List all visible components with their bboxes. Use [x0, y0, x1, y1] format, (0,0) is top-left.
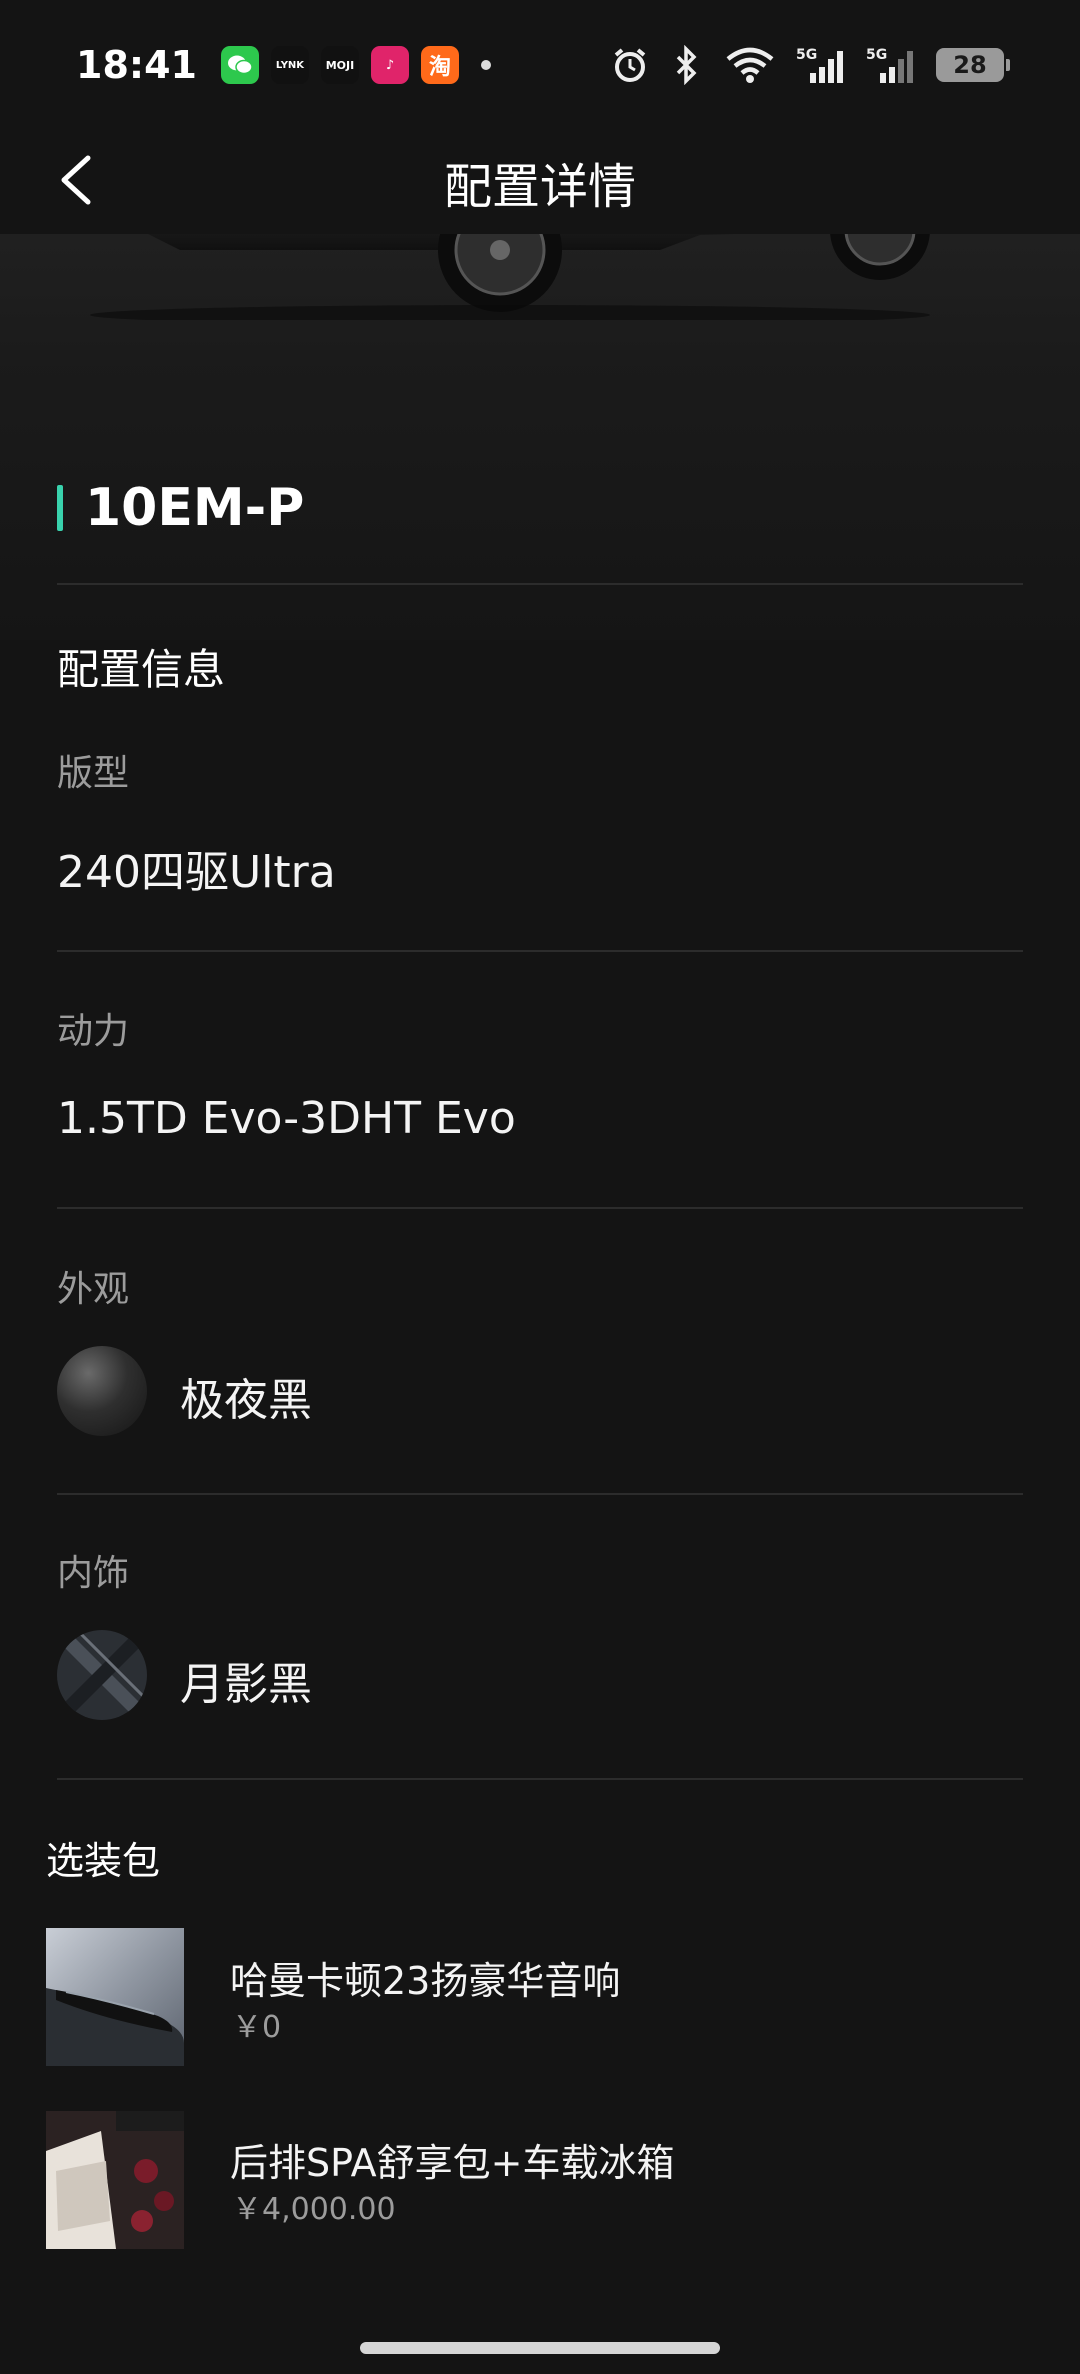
- divider: [57, 1778, 1023, 1780]
- wechat-icon: [220, 46, 259, 84]
- package-price: ￥4,000.00: [232, 2192, 396, 2227]
- battery-level: 28: [953, 51, 987, 79]
- bluetooth-icon: [676, 45, 697, 85]
- divider: [57, 1493, 1023, 1495]
- package-thumbnail: [46, 1928, 184, 2066]
- svg-text:5G: 5G: [796, 47, 817, 63]
- exterior-value: 极夜黑: [180, 1375, 312, 1426]
- taobao-icon: 淘: [420, 46, 459, 84]
- divider: [57, 583, 1023, 585]
- exterior-color-swatch: [57, 1346, 147, 1436]
- divider: [57, 950, 1023, 952]
- svg-text:5G: 5G: [866, 47, 887, 63]
- package-name: 哈曼卡顿23扬豪华音响: [230, 1959, 621, 2003]
- interior-color-swatch: [57, 1630, 147, 1720]
- power-label: 动力: [57, 1011, 130, 1052]
- packages-section-title: 选装包: [46, 1839, 161, 1883]
- package-thumbnail: [46, 2111, 184, 2249]
- config-section-title: 配置信息: [57, 645, 226, 694]
- divider: [57, 1207, 1023, 1209]
- page-title: 配置详情: [443, 159, 636, 215]
- status-time: 18:41: [76, 43, 197, 87]
- model-name: 10EM-P: [85, 478, 305, 538]
- exterior-label: 外观: [57, 1269, 130, 1310]
- status-bar: 18:41 LYNK MOJI ♪ 淘 5G 5G 28: [0, 0, 1080, 130]
- back-arrow-icon[interactable]: [50, 150, 110, 210]
- wifi-icon: [726, 47, 774, 83]
- model-heading: 10EM-P: [57, 478, 304, 538]
- signal-5g-icon-2: 5G: [866, 47, 913, 83]
- interior-value: 月影黑: [180, 1659, 312, 1710]
- signal-5g-icon: 5G: [796, 47, 843, 83]
- power-value: 1.5TD Evo-3DHT Evo: [57, 1093, 516, 1144]
- music-app-icon: ♪: [370, 46, 409, 84]
- package-price: ￥0: [232, 2010, 282, 2045]
- notification-dot-icon: [480, 60, 491, 70]
- trim-label: 版型: [57, 753, 130, 794]
- alarm-icon: [614, 48, 646, 82]
- lynk-icon: LYNK: [270, 46, 309, 84]
- interior-label: 内饰: [57, 1553, 130, 1594]
- top-nav-bar: 配置详情: [0, 130, 1080, 234]
- moji-icon: MOJI: [320, 46, 359, 84]
- accent-bar: [57, 485, 63, 531]
- home-indicator[interactable]: [360, 2342, 720, 2354]
- package-name: 后排SPA舒享包+车载冰箱: [230, 2141, 675, 2185]
- battery-icon: 28: [936, 48, 1010, 82]
- trim-value: 240四驱Ultra: [57, 847, 336, 898]
